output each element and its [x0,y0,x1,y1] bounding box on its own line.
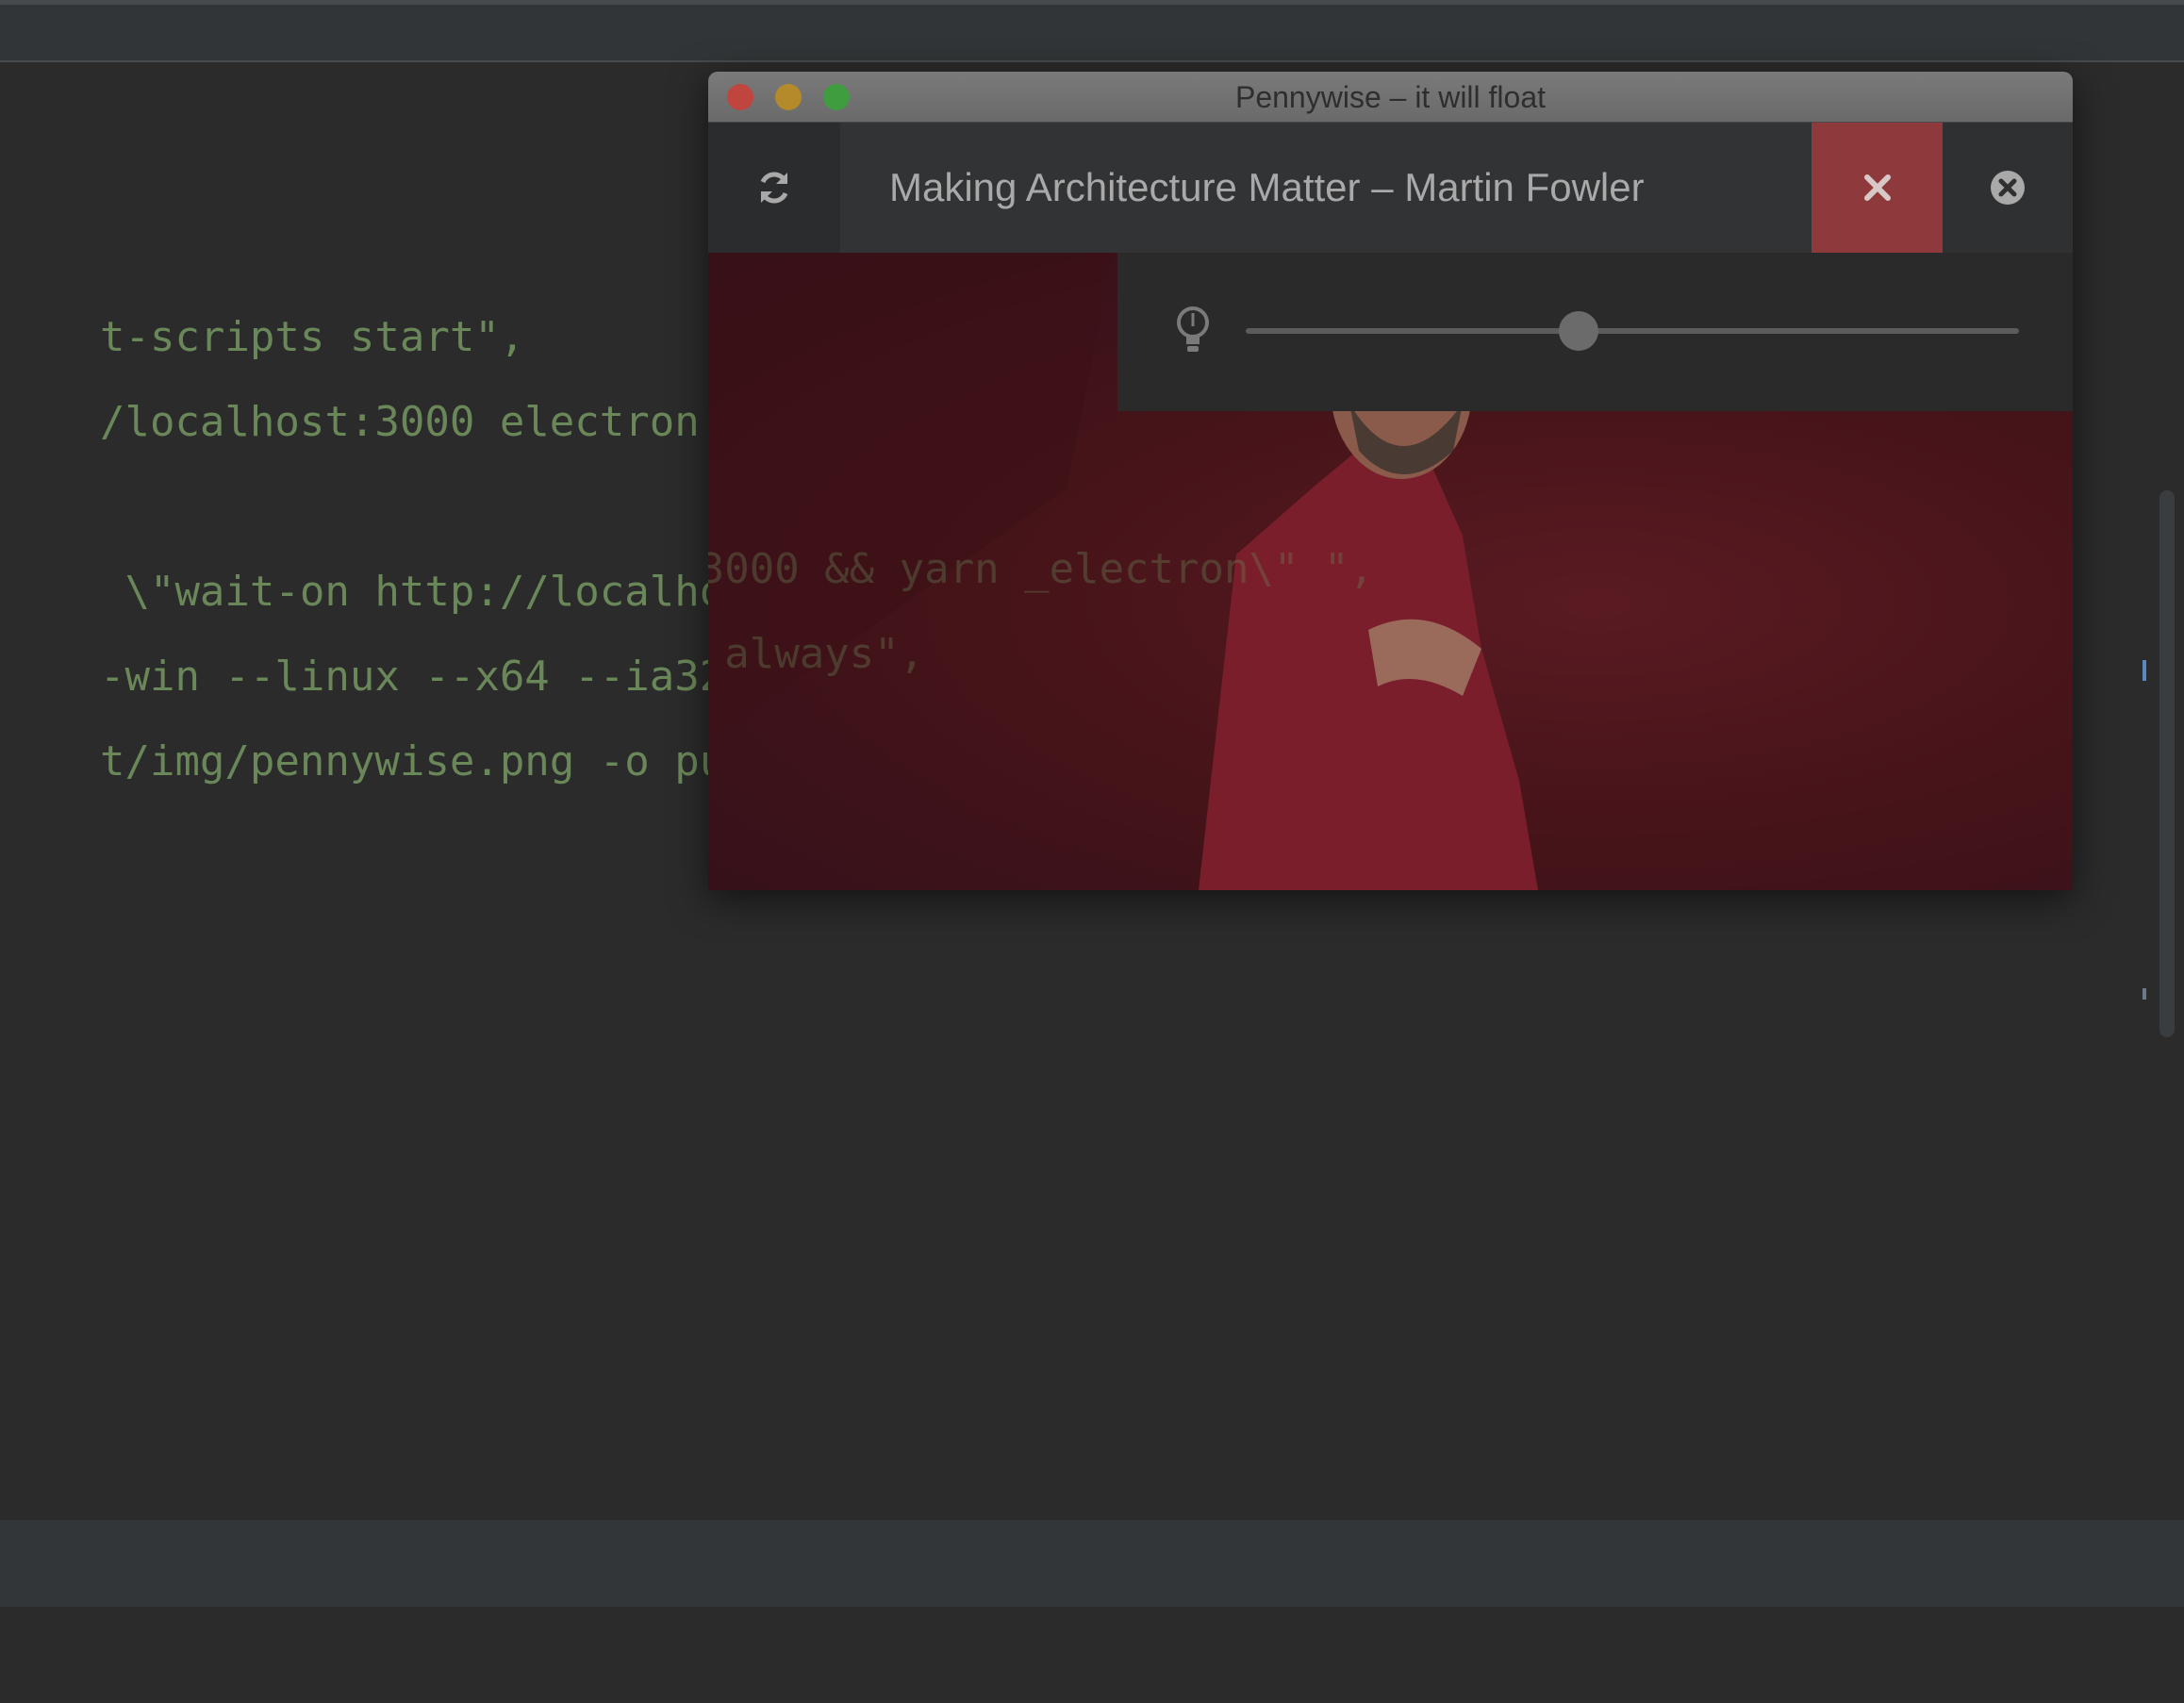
opacity-panel [1117,253,2073,411]
editor-tab-bar [0,0,2184,62]
video-title: Making Architecture Matter – Martin Fowl… [889,165,1645,209]
bottom-panel [0,1607,2184,1703]
close-video-button[interactable] [1812,123,1943,253]
close-window-button[interactable] [1943,123,2073,253]
opacity-slider-thumb[interactable] [1558,311,1598,351]
status-bar [0,1520,2184,1607]
ghost-code-text: -win --linux --x64 --ia32 -p always", [724,630,925,678]
ghost-code-text: \"wait-on http://localhost:3000 && yarn … [708,545,1374,593]
editor-scrollbar[interactable] [2159,490,2175,1037]
pennywise-toolbar: Making Architecture Matter – Martin Fowl… [708,123,2073,253]
opacity-slider[interactable] [1246,311,2019,351]
window-titlebar[interactable]: Pennywise – it will float [708,72,2073,123]
close-icon [1863,174,1891,201]
pennywise-window[interactable]: Pennywise – it will float Making Archite… [708,72,2073,890]
lightbulb-icon [1177,306,1209,352]
close-circle-icon [1991,171,2025,205]
scroll-marker [2143,988,2146,1000]
scroll-marker [2143,660,2146,681]
window-title: Pennywise – it will float [1234,80,1547,114]
refresh-icon [760,172,788,204]
code-line-text: /localhost:3000 electron .", [99,398,800,446]
refresh-button[interactable] [708,123,840,253]
code-line: /localhost:3000 electron .", [0,338,800,507]
